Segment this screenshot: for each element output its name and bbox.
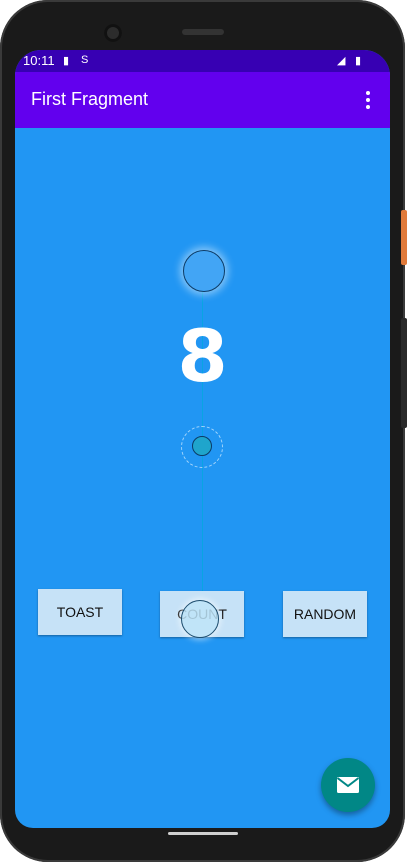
status-time: 10:11 [23, 53, 55, 68]
sim-icon: ▮ [63, 55, 70, 67]
touch-indicator-start [183, 250, 225, 292]
signal-icon: ◢ [337, 55, 346, 67]
sync-icon: S [81, 54, 89, 66]
earpiece-speaker [182, 29, 224, 35]
touch-indicator-end [181, 600, 219, 638]
email-icon [336, 777, 360, 793]
count-text: 8 [177, 314, 228, 398]
front-camera [104, 24, 122, 42]
email-fab[interactable] [321, 758, 375, 812]
app-bar: First Fragment [15, 72, 390, 128]
screen: 10:11 ▮ S ◢ ▮ First Fragment 8 TOAST COU… [15, 50, 390, 828]
toast-button[interactable]: TOAST [38, 589, 122, 635]
battery-icon: ▮ [355, 55, 362, 67]
overflow-menu-icon[interactable] [356, 88, 380, 112]
touch-indicator-mid [192, 436, 212, 456]
power-button [401, 210, 407, 265]
random-button[interactable]: RANDOM [283, 591, 367, 637]
volume-rocker [401, 318, 407, 428]
status-bar: 10:11 ▮ S ◢ ▮ [15, 50, 390, 72]
app-title: First Fragment [31, 89, 149, 109]
gesture-nav-handle[interactable] [168, 832, 238, 835]
